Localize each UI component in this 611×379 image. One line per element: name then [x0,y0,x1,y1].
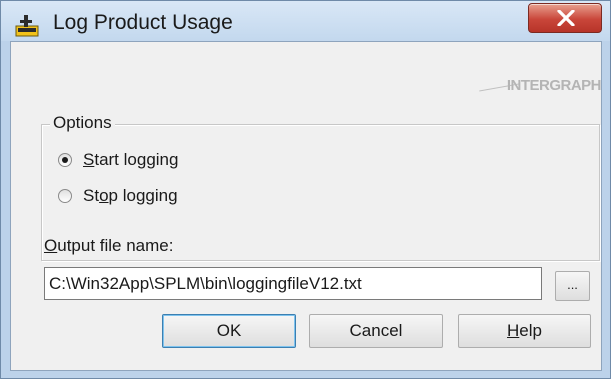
dialog-window: Log Product Usage INTERGRAPH Options Sta… [0,0,611,379]
cancel-button[interactable]: Cancel [309,314,443,348]
help-button[interactable]: Help [458,314,591,348]
close-icon [557,10,575,26]
radio-icon[interactable] [58,153,72,167]
title-bar[interactable]: Log Product Usage [1,1,610,41]
radio-start-logging-label[interactable]: Start logging [83,150,178,170]
output-file-input[interactable]: C:\Win32App\SPLM\bin\loggingfileV12.txt [44,267,542,300]
dialog-body: INTERGRAPH Options Start logging Stop lo… [10,41,602,371]
browse-button[interactable]: ... [555,271,590,301]
window-title: Log Product Usage [53,11,233,34]
radio-icon[interactable] [58,189,72,203]
close-button[interactable] [528,3,602,33]
output-file-name-label: Output file name: [44,236,174,255]
options-group-label: Options [50,113,115,133]
app-icon [15,13,39,37]
intergraph-logo: INTERGRAPH [479,75,603,97]
logo-text: INTERGRAPH [506,77,602,94]
radio-selected-dot [62,157,68,163]
radio-stop-logging-label[interactable]: Stop logging [83,186,178,206]
ok-button[interactable]: OK [162,314,296,348]
